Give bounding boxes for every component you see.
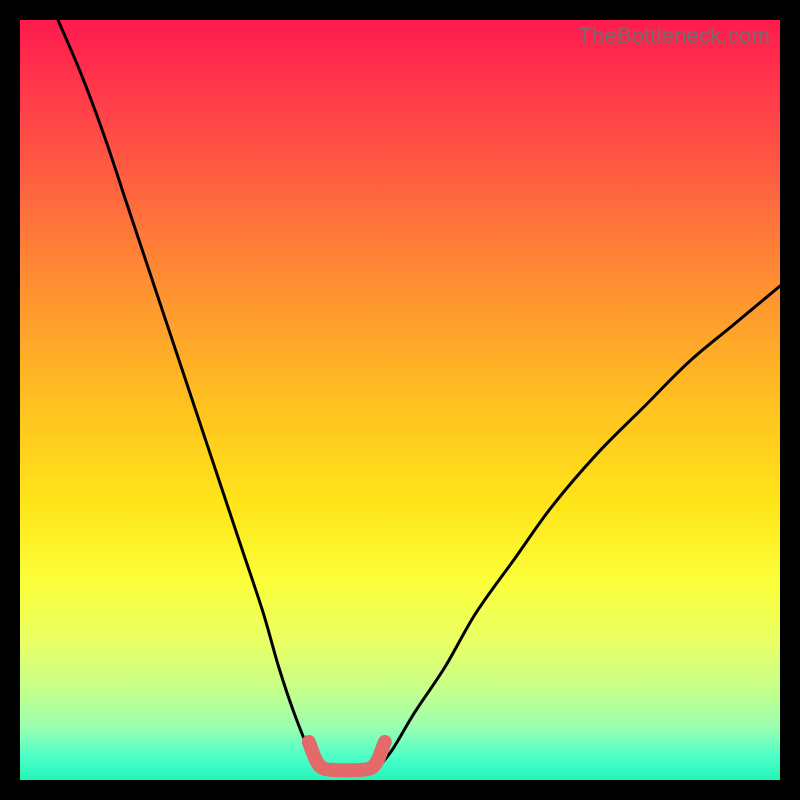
left-branch-path [58, 20, 320, 769]
right-branch-path [377, 286, 780, 769]
chart-frame: TheBottleneck.com [0, 0, 800, 800]
curve-layer [20, 20, 780, 780]
valley-highlight-path [309, 742, 385, 770]
plot-area: TheBottleneck.com [20, 20, 780, 780]
